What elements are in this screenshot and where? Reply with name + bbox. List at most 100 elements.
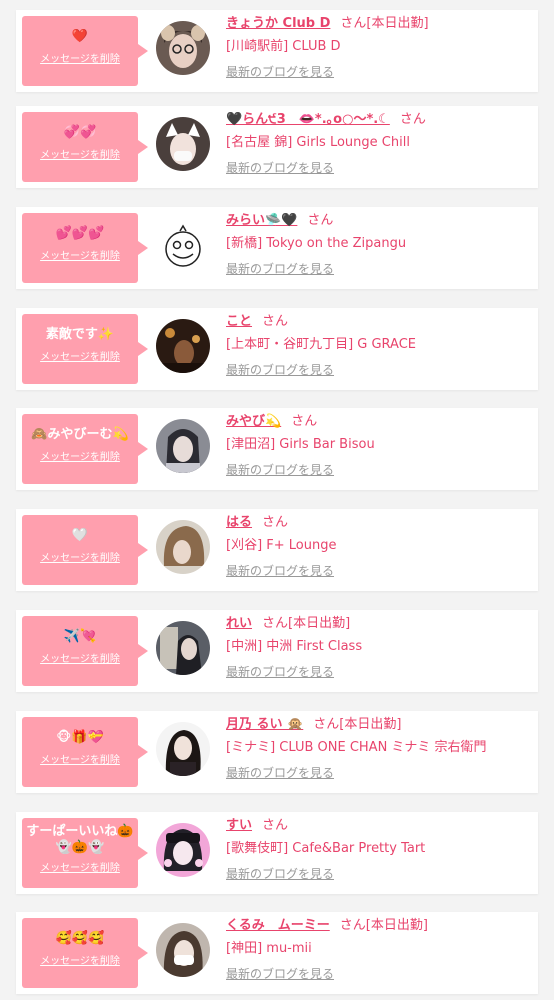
- cast-name-link[interactable]: すい: [226, 818, 252, 833]
- honorific: さん: [262, 515, 289, 530]
- message-text: 🥰🥰🥰: [55, 931, 105, 946]
- message-list: ❤️ メッセージを削除 きょうか Club D さん[本日出勤] [川崎駅前] C…: [0, 0, 554, 1000]
- cast-name-link[interactable]: きょうか Club D: [226, 16, 330, 31]
- status-badge: [本日出勤]: [365, 918, 428, 933]
- avatar[interactable]: [156, 722, 210, 776]
- latest-blog-link[interactable]: 最新のブログを見る: [226, 261, 334, 277]
- cast-info: 🖤らん੯3 👄*.｡o○～*.☾ さん [名古屋 錦] Girls Lounge …: [226, 110, 532, 176]
- avatar-photo: [156, 21, 210, 75]
- avatar-photo: [156, 520, 210, 574]
- delete-message-link[interactable]: メッセージを削除: [40, 150, 120, 162]
- cast-name-link[interactable]: 🖤らん੯3 👄*.｡o○～*.☾: [226, 112, 390, 127]
- latest-blog-link[interactable]: 最新のブログを見る: [226, 563, 334, 579]
- avatar[interactable]: [156, 923, 210, 977]
- latest-blog-link[interactable]: 最新のブログを見る: [226, 664, 334, 680]
- delete-message-link[interactable]: メッセージを削除: [40, 654, 120, 666]
- shop-label: [川崎駅前] CLUB D: [226, 39, 341, 54]
- message-bubble: すーぱーいいね🎃 👻🎃👻 メッセージを削除: [22, 818, 148, 888]
- cast-info: みらい🛸🖤 さん [新橋] Tokyo on the Zipangu 最新のブログ…: [226, 211, 532, 277]
- latest-blog-link[interactable]: 最新のブログを見る: [226, 765, 334, 781]
- avatar[interactable]: [156, 621, 210, 675]
- latest-blog-link[interactable]: 最新のブログを見る: [226, 866, 334, 882]
- cast-name-link[interactable]: くるみ ムーミー: [226, 918, 330, 933]
- message-text: 🐵🎁💝: [56, 730, 104, 745]
- message-bubble: 🐵🎁💝 メッセージを削除: [22, 717, 148, 787]
- honorific: さん: [313, 717, 340, 732]
- honorific: さん: [399, 112, 426, 127]
- name-line: きょうか Club D さん[本日出勤]: [226, 14, 532, 34]
- delete-message-link[interactable]: メッセージを削除: [40, 352, 120, 364]
- cast-info: こと さん [上本町・谷町九丁目] G GRACE 最新のブログを見る: [226, 312, 532, 378]
- latest-blog-link[interactable]: 最新のブログを見る: [226, 64, 334, 80]
- delete-message-link[interactable]: メッセージを削除: [40, 452, 120, 464]
- message-bubble: ✈️💘 メッセージを削除: [22, 616, 148, 686]
- message-text: 💞💞: [63, 125, 97, 140]
- avatar[interactable]: [156, 823, 210, 877]
- avatar[interactable]: [156, 520, 210, 574]
- shop-label: [名古屋 錦] Girls Lounge Chill: [226, 135, 410, 150]
- delete-message-link[interactable]: メッセージを削除: [40, 553, 120, 565]
- cast-name-link[interactable]: はる: [226, 515, 252, 530]
- shop-label: [中洲] 中洲 First Class: [226, 639, 363, 654]
- latest-blog-link[interactable]: 最新のブログを見る: [226, 362, 334, 378]
- shop-label: [刈谷] F+ Lounge: [226, 538, 337, 553]
- avatar[interactable]: [156, 218, 210, 272]
- status-badge: [本日出勤]: [366, 16, 429, 31]
- list-item: ❤️ メッセージを削除 きょうか Club D さん[本日出勤] [川崎駅前] C…: [16, 10, 538, 92]
- message-text: 🙈みやびーむ💫: [31, 427, 129, 442]
- message-text: 🤍: [71, 528, 89, 543]
- latest-blog-link[interactable]: 最新のブログを見る: [226, 966, 334, 982]
- avatar[interactable]: [156, 117, 210, 171]
- name-line: すい さん: [226, 816, 532, 836]
- honorific: さん: [262, 314, 289, 329]
- delete-message-link[interactable]: メッセージを削除: [40, 54, 120, 66]
- shop-label: [歌舞伎町] Cafe&Bar Pretty Tart: [226, 841, 426, 856]
- latest-blog-link[interactable]: 最新のブログを見る: [226, 462, 334, 478]
- list-item: すーぱーいいね🎃 👻🎃👻 メッセージを削除 すい さん [歌舞伎町] Cafe&B…: [16, 812, 538, 894]
- avatar-photo: [156, 823, 210, 877]
- message-text: すーぱーいいね🎃 👻🎃👻: [26, 824, 134, 855]
- message-bubble: ❤️ メッセージを削除: [22, 16, 148, 86]
- list-item: 🤍 メッセージを削除 はる さん [刈谷] F+ Lounge 最新のブログを見る: [16, 509, 538, 591]
- message-bubble: 素敵です✨ メッセージを削除: [22, 314, 148, 384]
- list-item: 💞💞 メッセージを削除 🖤らん੯3 👄*.｡o○～*.☾ さん [名古屋 錦] G…: [16, 106, 538, 188]
- cast-name-link[interactable]: れい: [226, 616, 252, 631]
- message-text: 素敵です✨: [45, 327, 115, 342]
- cast-info: すい さん [歌舞伎町] Cafe&Bar Pretty Tart 最新のブログを…: [226, 816, 532, 882]
- message-bubble: 💕💕💕 メッセージを削除: [22, 213, 148, 283]
- message-bubble: 🙈みやびーむ💫 メッセージを削除: [22, 414, 148, 484]
- message-bubble: 💞💞 メッセージを削除: [22, 112, 148, 182]
- message-bubble: 🤍 メッセージを削除: [22, 515, 148, 585]
- avatar[interactable]: [156, 419, 210, 473]
- cast-name-link[interactable]: こと: [226, 314, 252, 329]
- avatar-photo: [156, 419, 210, 473]
- name-line: 月乃 るい 🙊 さん[本日出勤]: [226, 715, 532, 735]
- delete-message-link[interactable]: メッセージを削除: [40, 863, 120, 875]
- list-item: 素敵です✨ メッセージを削除 こと さん [上本町・谷町九丁目] G GRACE …: [16, 308, 538, 390]
- cast-name-link[interactable]: 月乃 るい 🙊: [226, 717, 303, 732]
- delete-message-link[interactable]: メッセージを削除: [40, 755, 120, 767]
- shop-label: [津田沼] Girls Bar Bisou: [226, 437, 375, 452]
- honorific: さん: [291, 414, 318, 429]
- shop-label: [神田] mu-mii: [226, 941, 312, 956]
- status-badge: [本日出勤]: [288, 616, 351, 631]
- delete-message-link[interactable]: メッセージを削除: [40, 956, 120, 968]
- status-badge: [本日出勤]: [339, 717, 402, 732]
- latest-blog-link[interactable]: 最新のブログを見る: [226, 160, 334, 176]
- cast-info: 月乃 るい 🙊 さん[本日出勤] [ミナミ] CLUB ONE CHAN ミナミ …: [226, 715, 532, 781]
- delete-message-link[interactable]: メッセージを削除: [40, 251, 120, 263]
- cast-name-link[interactable]: みやび💫: [226, 414, 281, 429]
- shop-label: [上本町・谷町九丁目] G GRACE: [226, 337, 417, 352]
- avatar[interactable]: [156, 21, 210, 75]
- cast-info: くるみ ムーミー さん[本日出勤] [神田] mu-mii 最新のブログを見る: [226, 916, 532, 982]
- avatar-photo: [156, 621, 210, 675]
- message-bubble: 🥰🥰🥰 メッセージを削除: [22, 918, 148, 988]
- message-text: 💕💕💕: [55, 226, 105, 241]
- avatar-photo: [156, 722, 210, 776]
- honorific: さん: [340, 16, 367, 31]
- cast-info: みやび💫 さん [津田沼] Girls Bar Bisou 最新のブログを見る: [226, 412, 532, 478]
- avatar[interactable]: [156, 319, 210, 373]
- cast-name-link[interactable]: みらい🛸🖤: [226, 213, 297, 228]
- list-item: ✈️💘 メッセージを削除 れい さん[本日出勤] [中洲] 中洲 First Cl…: [16, 610, 538, 692]
- shop-label: [新橋] Tokyo on the Zipangu: [226, 236, 407, 251]
